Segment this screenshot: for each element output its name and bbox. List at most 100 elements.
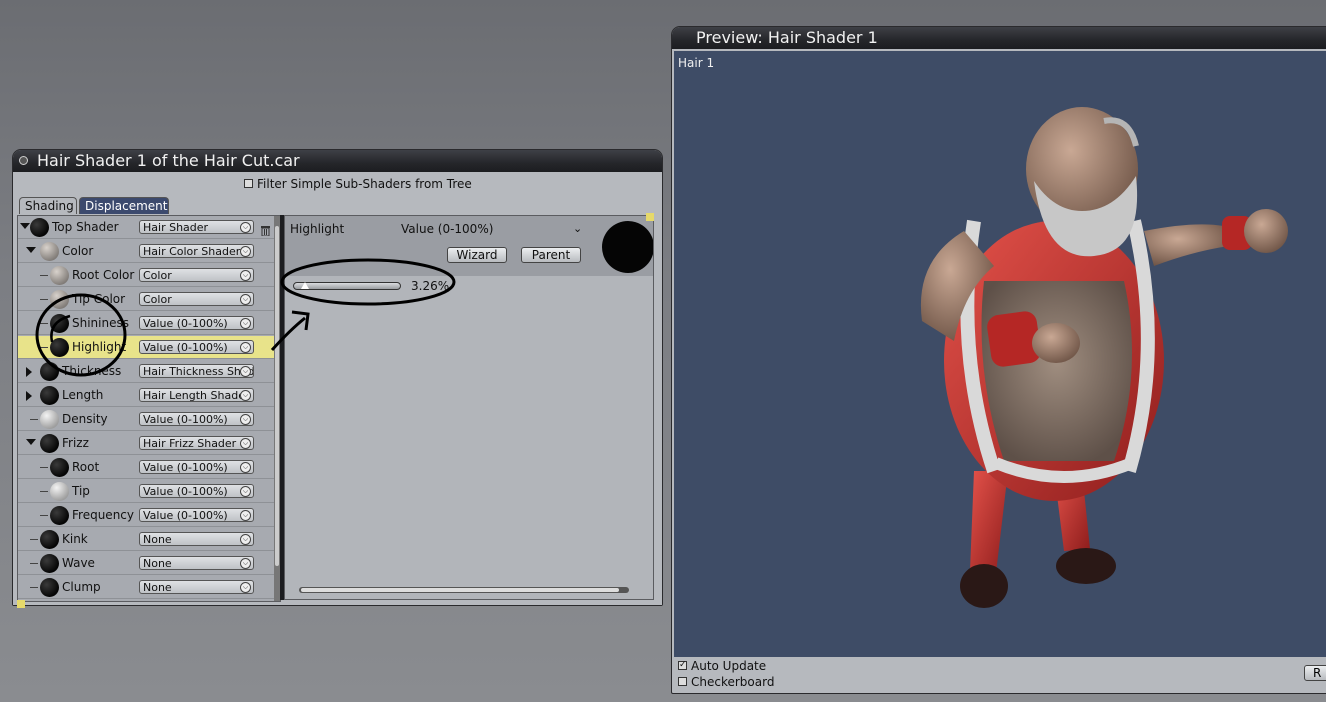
- dropdown-value: Hair Frizz Shader: [143, 437, 237, 450]
- wizard-button[interactable]: Wizard: [447, 247, 507, 263]
- detail-type-chevron-icon[interactable]: ⌄: [573, 222, 582, 235]
- tree-row-highlight[interactable]: Highlight Value (0-100%) ⌵: [18, 336, 274, 359]
- shader-type-dropdown[interactable]: Value (0-100%) ⌵: [139, 508, 254, 522]
- tab-shading[interactable]: Shading: [19, 197, 77, 214]
- auto-update-box[interactable]: ✓: [678, 661, 687, 670]
- shader-type-dropdown[interactable]: Value (0-100%) ⌵: [139, 460, 254, 474]
- shader-type-dropdown[interactable]: Hair Shader ⌵: [139, 220, 254, 234]
- dropdown-value: Hair Color Shader: [143, 245, 241, 258]
- shader-type-dropdown[interactable]: Color ⌵: [139, 292, 254, 306]
- shader-type-dropdown[interactable]: Color ⌵: [139, 268, 254, 282]
- filter-checkbox[interactable]: Filter Simple Sub-Shaders from Tree: [244, 177, 472, 191]
- tree-row-tip-color[interactable]: Tip Color Color ⌵: [18, 288, 274, 311]
- shader-sphere-icon: [40, 434, 59, 453]
- tree-twisty-collapsed-icon[interactable]: [26, 391, 32, 401]
- tree-twisty-expanded-icon[interactable]: [20, 223, 30, 229]
- tree-row-clump[interactable]: Clump None ⌵: [18, 576, 274, 599]
- tree-twisty-collapsed-icon[interactable]: [26, 367, 32, 377]
- tree-row-shininess[interactable]: Shininess Value (0-100%) ⌵: [18, 312, 274, 335]
- shader-preview-ball: [602, 221, 653, 273]
- tree-connector: [30, 587, 38, 588]
- dropdown-value: Color: [143, 269, 172, 282]
- tree-row-label: Thickness: [62, 364, 122, 378]
- tree-row-root-color[interactable]: Root Color Color ⌵: [18, 264, 274, 287]
- window-close-icon[interactable]: [19, 156, 28, 165]
- shader-sphere-icon: [40, 242, 59, 261]
- tree-row-label: Frizz: [62, 436, 89, 450]
- tree-connector: [40, 299, 48, 300]
- tree-row-tip[interactable]: Tip Value (0-100%) ⌵: [18, 480, 274, 503]
- shader-window-body: Filter Simple Sub-Shaders from Tree Shad…: [13, 172, 662, 608]
- tree-scrollbar-thumb[interactable]: [275, 226, 279, 566]
- preview-viewport[interactable]: Hair 1: [674, 51, 1326, 657]
- shader-type-dropdown[interactable]: Hair Length Shader ⌵: [139, 388, 254, 402]
- tree-row-wave[interactable]: Wave None ⌵: [18, 552, 274, 575]
- tree-row-label: Frequency: [72, 508, 134, 522]
- shader-sphere-icon: [50, 290, 69, 309]
- highlight-slider[interactable]: [293, 282, 401, 290]
- shader-sphere-icon: [50, 458, 69, 477]
- detail-type[interactable]: Value (0-100%): [401, 222, 493, 236]
- shader-type-dropdown[interactable]: Value (0-100%) ⌵: [139, 484, 254, 498]
- shader-type-dropdown[interactable]: None ⌵: [139, 580, 254, 594]
- shader-type-dropdown[interactable]: Hair Thickness Shade ⌵: [139, 364, 254, 378]
- shader-type-dropdown[interactable]: Value (0-100%) ⌵: [139, 412, 254, 426]
- shader-type-dropdown[interactable]: None ⌵: [139, 556, 254, 570]
- tree-row-density[interactable]: Density Value (0-100%) ⌵: [18, 408, 274, 431]
- auto-update-label: Auto Update: [691, 659, 767, 673]
- tree-row-label: Shininess: [72, 316, 129, 330]
- filter-checkbox-box[interactable]: [244, 179, 253, 188]
- dropdown-value: Value (0-100%): [143, 461, 228, 474]
- dropdown-value: None: [143, 557, 172, 570]
- tree-row-root[interactable]: Root Value (0-100%) ⌵: [18, 456, 274, 479]
- chevron-down-icon: ⌵: [240, 390, 251, 401]
- preview-title-bar[interactable]: Preview: Hair Shader 1: [672, 27, 1326, 49]
- tree-row-kink[interactable]: Kink None ⌵: [18, 528, 274, 551]
- detail-scrollbar-thumb[interactable]: [301, 588, 619, 592]
- tree-row-top-shader[interactable]: Top Shader Hair Shader ⌵: [18, 216, 274, 239]
- auto-update-checkbox[interactable]: ✓ Auto Update: [678, 659, 766, 673]
- tree-twisty-expanded-icon[interactable]: [26, 247, 36, 253]
- chevron-down-icon: ⌵: [240, 558, 251, 569]
- dropdown-value: Value (0-100%): [143, 509, 228, 522]
- chevron-down-icon: ⌵: [240, 318, 251, 329]
- tree-row-label: Root: [72, 460, 100, 474]
- shader-title-bar[interactable]: Hair Shader 1 of the Hair Cut.car: [13, 150, 662, 172]
- tree-row-frequency[interactable]: Frequency Value (0-100%) ⌵: [18, 504, 274, 527]
- tree-row-label: Highlight: [72, 340, 127, 354]
- shader-sphere-icon: [50, 482, 69, 501]
- dropdown-value: Hair Shader: [143, 221, 209, 234]
- detail-horizontal-scrollbar[interactable]: [299, 587, 629, 593]
- chevron-down-icon: ⌵: [240, 438, 251, 449]
- chevron-down-icon: ⌵: [240, 582, 251, 593]
- tree-row-label: Wave: [62, 556, 95, 570]
- shader-sphere-icon: [40, 362, 59, 381]
- dropdown-value: Value (0-100%): [143, 341, 228, 354]
- tree-row-color[interactable]: Color Hair Color Shader ⌵: [18, 240, 274, 263]
- tree-row-frizz[interactable]: Frizz Hair Frizz Shader ⌵: [18, 432, 274, 455]
- parent-button[interactable]: Parent: [521, 247, 581, 263]
- tab-displacement[interactable]: Displacement: [79, 197, 169, 214]
- shader-type-dropdown[interactable]: Value (0-100%) ⌵: [139, 340, 254, 354]
- chevron-down-icon: ⌵: [240, 414, 251, 425]
- shader-type-dropdown[interactable]: Hair Frizz Shader ⌵: [139, 436, 254, 450]
- render-button[interactable]: R: [1304, 665, 1326, 681]
- shader-type-dropdown[interactable]: None ⌵: [139, 532, 254, 546]
- shader-sphere-icon: [50, 338, 69, 357]
- trash-icon[interactable]: [260, 221, 271, 237]
- dropdown-value: None: [143, 533, 172, 546]
- tree-twisty-expanded-icon[interactable]: [26, 439, 36, 445]
- checkerboard-box[interactable]: [678, 677, 687, 686]
- tree-row-label: Density: [62, 412, 108, 426]
- shader-sphere-icon: [40, 530, 59, 549]
- tree-row-label: Kink: [62, 532, 88, 546]
- dropdown-value: Color: [143, 293, 172, 306]
- shader-type-dropdown[interactable]: Value (0-100%) ⌵: [139, 316, 254, 330]
- chevron-down-icon: ⌵: [240, 222, 251, 233]
- tree-row-thickness[interactable]: Thickness Hair Thickness Shade ⌵: [18, 360, 274, 383]
- highlight-percent[interactable]: 3.26%: [411, 279, 449, 293]
- tree-row-length[interactable]: Length Hair Length Shader ⌵: [18, 384, 274, 407]
- slider-knob[interactable]: [301, 282, 310, 289]
- shader-type-dropdown[interactable]: Hair Color Shader ⌵: [139, 244, 254, 258]
- checkerboard-checkbox[interactable]: Checkerboard: [678, 675, 774, 689]
